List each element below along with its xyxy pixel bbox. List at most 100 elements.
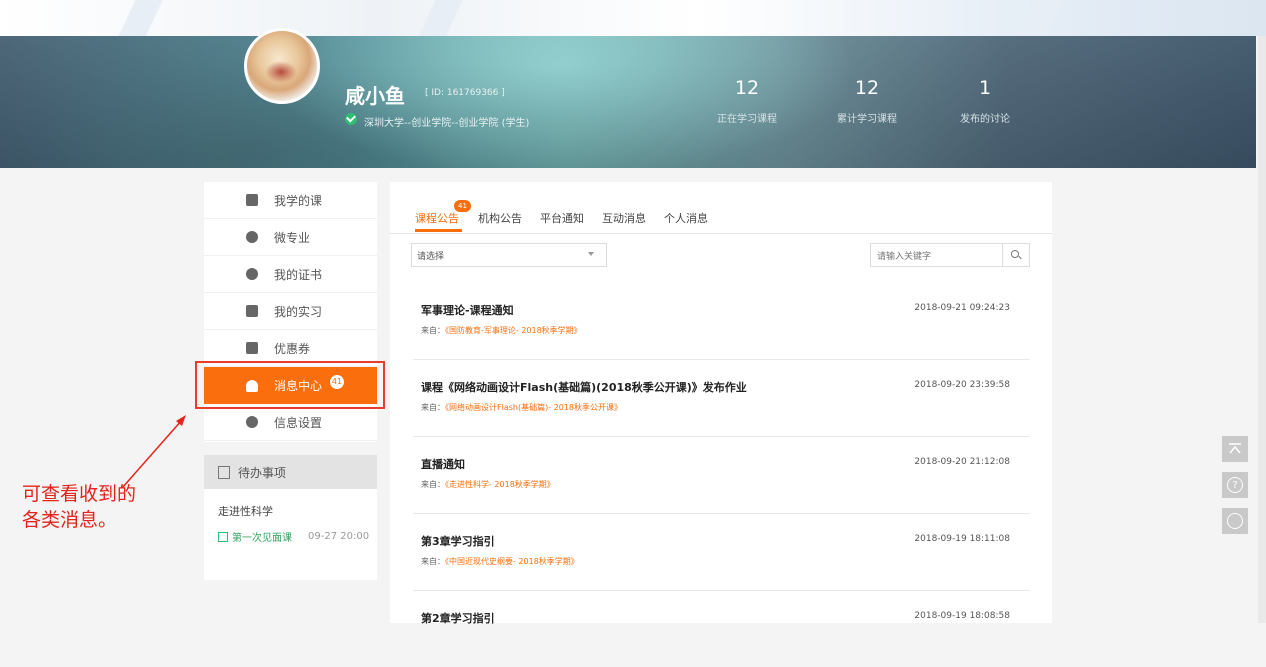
document-icon (246, 305, 258, 317)
todo-panel: 待办事项 走进性科学 第一次见面课 09-27 20:00 (204, 455, 377, 580)
medal-icon (246, 268, 258, 280)
from-label: 来自： (421, 326, 445, 335)
sidebar-item-label: 优惠券 (274, 341, 311, 356)
stat-value: 1 (978, 77, 992, 99)
from-label: 来自： (421, 403, 445, 412)
message-date: 2018-09-21 09:24:23 (914, 303, 1010, 313)
message-source: 来自：《走进性科学- 2018秋季学期》 (421, 479, 555, 490)
help-icon: ? (1227, 477, 1243, 493)
message-source: 来自：《网络动画设计Flash(基础篇)- 2018秋季公开课》 (421, 402, 622, 413)
search-icon-handle (1018, 255, 1022, 260)
stat-discussions[interactable]: 1 发布的讨论 (940, 76, 1030, 125)
arrow-up-icon (1229, 443, 1241, 454)
source-link[interactable]: 《中国近现代史纲要- 2018秋季学期》 (445, 557, 579, 566)
arrow-line (121, 419, 183, 489)
sidebar-item-certificates[interactable]: 我的证书 (204, 256, 377, 293)
graduation-cap-icon (246, 231, 258, 243)
gear-icon (246, 416, 258, 428)
message-item[interactable]: 第3章学习指引 来自：《中国近现代史纲要- 2018秋季学期》 2018-09-… (413, 513, 1030, 591)
decor-stripe (380, 0, 500, 36)
tab-platform-notice[interactable]: 平台通知 (540, 210, 584, 226)
annotation-line: 各类消息。 (22, 509, 118, 531)
profile-banner (0, 36, 1256, 168)
sidebar-item-micro-major[interactable]: 微专业 (204, 219, 377, 256)
user-name: 咸小鱼 (345, 84, 405, 108)
message-item[interactable]: 第2章学习指引 2018-09-19 18:08:58 (413, 590, 1030, 667)
stat-label: 正在学习课程 (717, 114, 777, 125)
tab-org-notice[interactable]: 机构公告 (478, 210, 522, 226)
message-panel: 课程公告 41 机构公告 平台通知 互动消息 个人消息 请选择 军事理论-课程通… (390, 182, 1052, 625)
back-to-top-button[interactable] (1222, 436, 1248, 462)
source-link[interactable]: 《国防教育-军事理论- 2018秋季学期》 (445, 326, 582, 335)
course-select[interactable]: 请选择 (411, 243, 607, 267)
message-date: 2018-09-19 18:08:58 (914, 611, 1010, 621)
top-strip (0, 0, 1266, 36)
tab-personal[interactable]: 个人消息 (664, 210, 708, 226)
todo-task-title: 第一次见面课 (232, 533, 292, 544)
sidebar-item-label: 信息设置 (274, 415, 323, 430)
sidebar-item-internship[interactable]: 我的实习 (204, 293, 377, 330)
annotation-text: 可查看收到的 各类消息。 (22, 481, 136, 533)
tab-interaction[interactable]: 互动消息 (602, 210, 646, 226)
avatar[interactable] (244, 28, 320, 104)
sidebar-item-label: 我的实习 (274, 304, 323, 319)
from-label: 来自： (421, 480, 445, 489)
scrollbar[interactable] (1258, 36, 1266, 623)
message-source: 来自：《中国近现代史纲要- 2018秋季学期》 (421, 556, 579, 567)
verified-shield-icon (345, 113, 357, 125)
stat-total[interactable]: 12 累计学习课程 (822, 76, 912, 125)
user-school: 深圳大学--创业学院--创业学院 (学生) (364, 118, 530, 129)
message-item[interactable]: 直播通知 来自：《走进性科学- 2018秋季学期》 2018-09-20 21:… (413, 436, 1030, 514)
todo-task[interactable]: 第一次见面课 09-27 20:00 (218, 529, 377, 544)
coupon-icon (246, 342, 258, 354)
feedback-button[interactable] (1222, 508, 1248, 534)
search-box (870, 243, 1030, 269)
user-id: [ ID: 161769366 ] (425, 88, 505, 98)
message-title: 第3章学习指引 (421, 535, 495, 548)
chevron-down-icon (588, 252, 594, 256)
stat-label: 累计学习课程 (837, 114, 897, 125)
message-title: 课程《网络动画设计Flash(基础篇)(2018秋季公开课)》发布作业 (421, 381, 747, 394)
todo-title: 待办事项 (238, 465, 287, 480)
clipboard-icon (218, 465, 230, 479)
select-value: 请选择 (417, 251, 445, 262)
search-input[interactable] (871, 245, 999, 269)
book-icon (246, 194, 258, 206)
message-title: 直播通知 (421, 458, 465, 471)
message-title: 第2章学习指引 (421, 612, 495, 625)
stat-value: 12 (734, 77, 760, 99)
todo-header: 待办事项 (204, 455, 377, 489)
stat-learning[interactable]: 12 正在学习课程 (702, 76, 792, 125)
message-item[interactable]: 军事理论-课程通知 来自：《国防教育-军事理论- 2018秋季学期》 2018-… (413, 282, 1030, 360)
feedback-icon (1227, 513, 1243, 529)
message-date: 2018-09-20 23:39:58 (914, 380, 1010, 390)
sidebar-item-label: 微专业 (274, 230, 311, 245)
annotation-highlight-box (195, 361, 385, 409)
message-source: 来自：《国防教育-军事理论- 2018秋季学期》 (421, 325, 582, 336)
avatar-detail (265, 61, 297, 83)
tab-badge: 41 (454, 200, 471, 212)
message-date: 2018-09-20 21:12:08 (914, 457, 1010, 467)
search-button[interactable] (1002, 244, 1029, 266)
tab-course-notice[interactable]: 课程公告 (415, 210, 459, 226)
sidebar-item-my-courses[interactable]: 我学的课 (204, 182, 377, 219)
stat-value: 12 (854, 77, 880, 99)
active-tab-underline (415, 229, 462, 232)
sidebar-item-settings[interactable]: 信息设置 (204, 404, 377, 441)
todo-task-time: 09-27 20:00 (308, 531, 370, 542)
annotation-arrow (121, 415, 186, 489)
stat-label: 发布的讨论 (960, 114, 1010, 125)
decor-stripe (980, 0, 1100, 36)
message-title: 军事理论-课程通知 (421, 304, 514, 317)
message-item[interactable]: 课程《网络动画设计Flash(基础篇)(2018秋季公开课)》发布作业 来自：《… (413, 359, 1030, 437)
play-icon (218, 531, 228, 542)
decor-stripe (80, 0, 200, 36)
source-link[interactable]: 《网络动画设计Flash(基础篇)- 2018秋季公开课》 (445, 403, 622, 412)
help-button[interactable]: ? (1222, 472, 1248, 498)
from-label: 来自： (421, 557, 445, 566)
message-date: 2018-09-19 18:11:08 (914, 534, 1010, 544)
sidebar-item-label: 我学的课 (274, 193, 323, 208)
source-link[interactable]: 《走进性科学- 2018秋季学期》 (445, 480, 555, 489)
todo-course: 走进性科学 (218, 505, 273, 518)
sidebar-item-label: 我的证书 (274, 267, 323, 282)
